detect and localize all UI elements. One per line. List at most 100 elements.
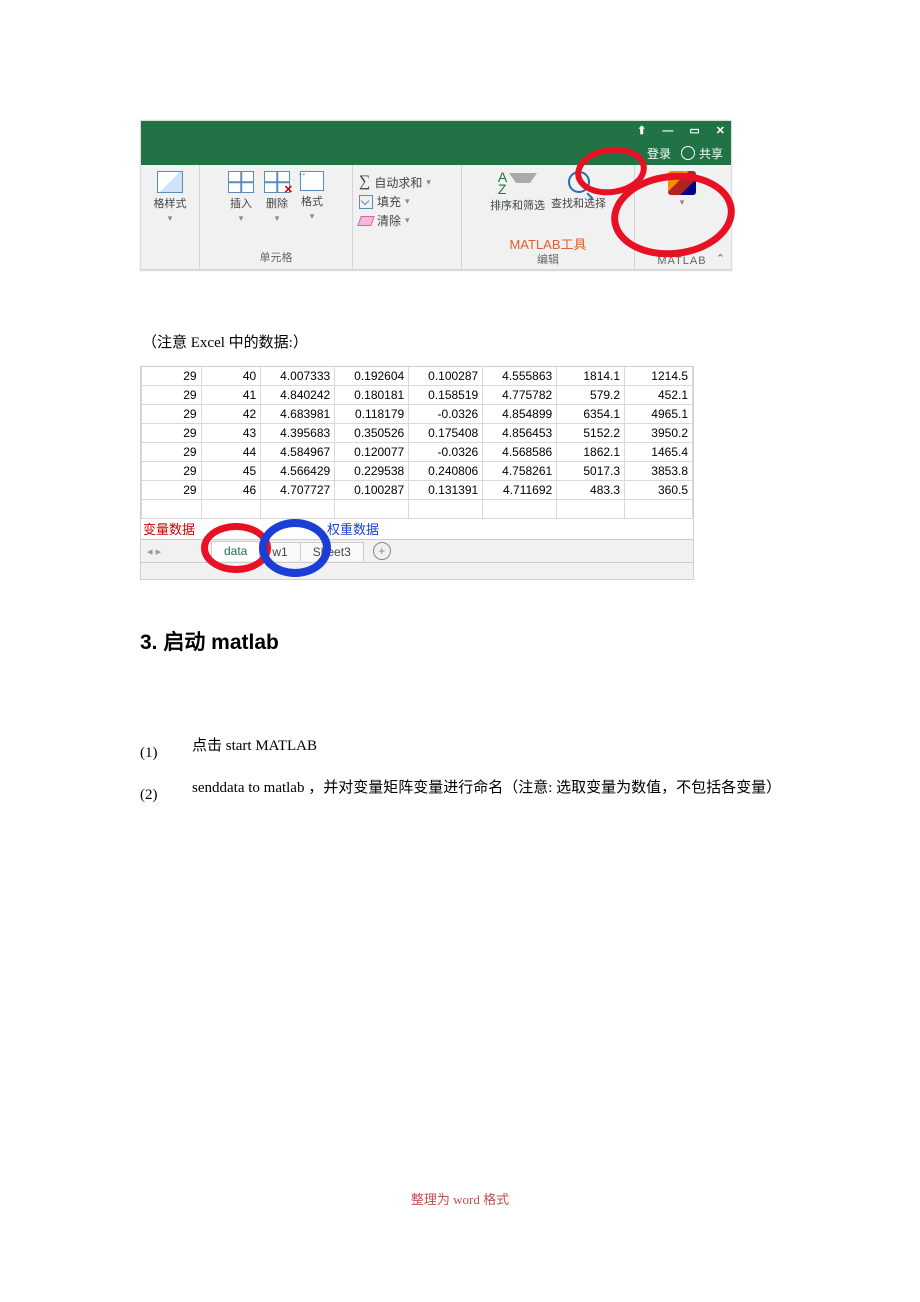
table-cell[interactable]: 4.395683	[261, 424, 335, 443]
table-cell[interactable]: 4965.1	[625, 405, 693, 424]
edit-group-label: 编辑	[537, 251, 559, 267]
table-cell[interactable]: 360.5	[625, 481, 693, 500]
cells-group-label: 单元格	[260, 249, 293, 267]
table-cell[interactable]: 3950.2	[625, 424, 693, 443]
table-cell[interactable]: -0.0326	[409, 443, 483, 462]
table-cell[interactable]: 29	[142, 405, 202, 424]
table-row: 29424.6839810.118179-0.03264.8548996354.…	[142, 405, 693, 424]
format-button[interactable]: ↔ 格式 ▾	[300, 171, 324, 222]
table-cell[interactable]: 46	[201, 481, 261, 500]
annotation-weight-data: 权重数据	[327, 519, 379, 538]
table-cell[interactable]: 41	[201, 386, 261, 405]
window-maximize-icon[interactable]: ▭	[689, 126, 699, 137]
annotation-variable-data: 变量数据	[143, 519, 195, 538]
table-cell[interactable]: 44	[201, 443, 261, 462]
table-cell[interactable]: 0.192604	[335, 367, 409, 386]
table-cell[interactable]: 1862.1	[557, 443, 625, 462]
table-cell[interactable]: 4.711692	[483, 481, 557, 500]
table-cell[interactable]: 40	[201, 367, 261, 386]
table-cell[interactable]: 0.229538	[335, 462, 409, 481]
sort-filter-label: 排序和筛选	[490, 197, 545, 213]
note-text: （注意 Excel 中的数据:）	[142, 331, 780, 352]
list-item: (2) senddata to matlab ，并对变量矩阵变量进行命名（注意:…	[140, 774, 780, 816]
table-cell[interactable]: 4.566429	[261, 462, 335, 481]
insert-label: 插入	[230, 195, 252, 211]
window-minimize-icon[interactable]: —	[662, 126, 673, 137]
table-cell[interactable]: 0.118179	[335, 405, 409, 424]
autosum-button[interactable]: ∑自动求和▾	[359, 173, 431, 191]
table-cell[interactable]: 0.240806	[409, 462, 483, 481]
table-cell[interactable]: 42	[201, 405, 261, 424]
table-cell[interactable]: 4.854899	[483, 405, 557, 424]
insert-button[interactable]: 插入 ▾	[228, 171, 254, 224]
eraser-icon	[357, 216, 375, 226]
table-cell[interactable]: 1465.4	[625, 443, 693, 462]
table-cell[interactable]: 483.3	[557, 481, 625, 500]
chevron-down-icon: ▾	[275, 213, 280, 224]
signin-link[interactable]: 登录	[647, 145, 671, 162]
find-select-button[interactable]: 查找和选择	[551, 171, 606, 211]
fill-button[interactable]: 填充▾	[359, 193, 431, 210]
table-cell[interactable]: 5152.2	[557, 424, 625, 443]
list-number: (1)	[140, 732, 170, 774]
chevron-down-icon: ▾	[680, 197, 685, 208]
table-cell[interactable]: 4.683981	[261, 405, 335, 424]
add-sheet-button[interactable]: +	[373, 542, 391, 560]
table-cell[interactable]: 3853.8	[625, 462, 693, 481]
search-icon	[568, 171, 590, 193]
share-button[interactable]: 共享	[681, 145, 723, 162]
sheet-tab-data[interactable]: data	[211, 541, 260, 561]
table-cell[interactable]: 29	[142, 367, 202, 386]
table-cell[interactable]: 1814.1	[557, 367, 625, 386]
sheet-tab-sheet3[interactable]: Sheet3	[300, 542, 364, 561]
table-cell[interactable]: 4.840242	[261, 386, 335, 405]
table-cell[interactable]: 5017.3	[557, 462, 625, 481]
table-cell[interactable]: 0.100287	[409, 367, 483, 386]
table-cell[interactable]: 0.120077	[335, 443, 409, 462]
sheet-tab-w1[interactable]: w1	[259, 542, 300, 561]
delete-button[interactable]: ✕ 删除 ▾	[264, 171, 290, 224]
sort-filter-button[interactable]: AZ 排序和筛选	[490, 171, 545, 213]
clear-button[interactable]: 清除▾	[359, 212, 431, 229]
cell-styles-button[interactable]: 格样式 ▾	[154, 171, 187, 224]
matlab-button[interactable]: ▾	[668, 171, 696, 208]
table-cell[interactable]: 0.180181	[335, 386, 409, 405]
window-close-icon[interactable]: ✕	[716, 126, 725, 137]
table-cell[interactable]: 4.775782	[483, 386, 557, 405]
window-up-icon[interactable]: ⬆	[637, 126, 646, 137]
table-cell[interactable]: 29	[142, 481, 202, 500]
chevron-down-icon: ▾	[168, 213, 173, 224]
table-cell[interactable]: 4.707727	[261, 481, 335, 500]
matlab-icon	[668, 171, 696, 195]
table-cell[interactable]: 4.758261	[483, 462, 557, 481]
table-cell[interactable]: 29	[142, 443, 202, 462]
table-cell[interactable]: 0.175408	[409, 424, 483, 443]
table-cell[interactable]: 4.584967	[261, 443, 335, 462]
sheet-nav-icon[interactable]: ◂ ▸	[147, 545, 161, 558]
table-cell[interactable]: 0.100287	[335, 481, 409, 500]
table-cell[interactable]: 0.158519	[409, 386, 483, 405]
table-cell[interactable]: 579.2	[557, 386, 625, 405]
table-cell[interactable]: 4.555863	[483, 367, 557, 386]
table-cell[interactable]: 4.568586	[483, 443, 557, 462]
editing-group-left: ∑自动求和▾ 填充▾ 清除▾	[353, 165, 462, 269]
table-cell[interactable]: 0.350526	[335, 424, 409, 443]
ribbon-body: 格样式 ▾ 插入 ▾ ✕ 删除	[141, 165, 731, 270]
table-cell[interactable]: 6354.1	[557, 405, 625, 424]
table-cell[interactable]: 4.856453	[483, 424, 557, 443]
table-cell[interactable]: -0.0326	[409, 405, 483, 424]
table-cell[interactable]: 452.1	[625, 386, 693, 405]
table-cell[interactable]: 45	[201, 462, 261, 481]
table-cell[interactable]: 29	[142, 424, 202, 443]
table-cell[interactable]: 4.007333	[261, 367, 335, 386]
table-cell[interactable]: 1214.5	[625, 367, 693, 386]
table-cell[interactable]: 29	[142, 462, 202, 481]
table-cell[interactable]: 29	[142, 386, 202, 405]
styles-group: 格样式 ▾	[141, 165, 200, 269]
share-icon	[681, 146, 695, 160]
collapse-ribbon-icon[interactable]: ⌃	[716, 252, 725, 265]
table-cell[interactable]: 43	[201, 424, 261, 443]
data-table: 29404.0073330.1926040.1002874.5558631814…	[141, 367, 693, 519]
list-number: (2)	[140, 774, 170, 816]
table-cell[interactable]: 0.131391	[409, 481, 483, 500]
